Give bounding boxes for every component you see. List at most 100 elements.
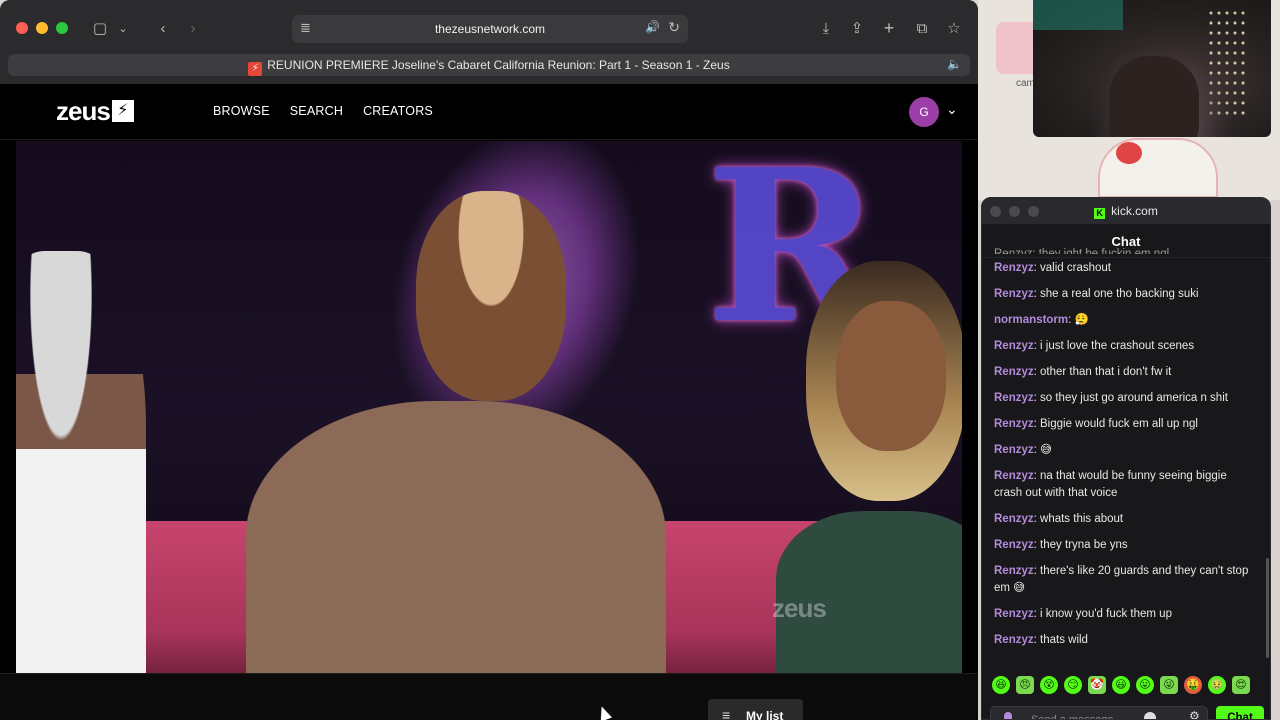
chat-messages: Renzyz: they ight be fuckin em ngl Renzy… <box>994 248 1258 658</box>
tab-title: REUNION PREMIERE Joseline's Cabaret Cali… <box>267 58 730 72</box>
emoji-picker-icon[interactable] <box>1144 712 1156 719</box>
my-list-label: My list <box>746 709 784 720</box>
chat-message-text: they tryna be yns <box>1040 539 1128 551</box>
chat-message: Renzyz: 😅 <box>994 444 1053 456</box>
chat-message-text: valid crashout <box>1040 262 1111 274</box>
chat-username[interactable]: Renzyz <box>994 418 1034 430</box>
chat-message: Renzyz: so they just go around america n… <box>994 392 1228 404</box>
wallpaper-decoration-hat <box>1116 142 1142 164</box>
list-add-icon: ≡ <box>722 707 731 720</box>
chat-site: kick.com <box>1111 204 1158 218</box>
window-close-button[interactable] <box>16 22 28 34</box>
chevron-down-icon[interactable]: ⌄ <box>946 101 958 118</box>
address-bar[interactable]: ≣ thezeusnetwork.com 🔊 ↻ <box>292 15 688 43</box>
chat-message-text: so they just go around america n shit <box>1040 392 1228 404</box>
video-person-left <box>16 251 146 673</box>
back-button[interactable]: ‹ <box>154 16 172 40</box>
video-player[interactable]: R zeus <box>16 141 962 673</box>
chat-username[interactable]: Renzyz <box>994 608 1034 620</box>
window-maximize-button[interactable] <box>56 22 68 34</box>
tab-active[interactable]: ⚡ REUNION PREMIERE Joseline's Cabaret Cal… <box>8 58 970 76</box>
browser-toolbar: ▢ ⌄ ‹ › ≣ thezeusnetwork.com 🔊 ↻ ⤓ ⇪ + ⧉… <box>0 0 978 84</box>
chat-username[interactable]: normanstorm <box>994 314 1068 326</box>
string-lights <box>1207 8 1247 118</box>
chat-username[interactable]: Renzyz <box>994 565 1034 577</box>
chat-titlebar: Kkick.com <box>982 198 1270 224</box>
chat-username[interactable]: Renzyz <box>994 513 1034 525</box>
chat-username[interactable]: Renzyz <box>994 539 1034 551</box>
chat-message: Renzyz: they tryna be yns <box>994 539 1128 551</box>
chat-message-text: other than that i don't fw it <box>1040 366 1172 378</box>
webcam-person <box>1109 56 1199 137</box>
site-header: zeus ⚡ BROWSE SEARCH CREATORS G ⌄ <box>0 84 978 140</box>
new-tab-icon[interactable]: + <box>879 16 899 40</box>
chat-username[interactable]: Renzyz <box>994 444 1034 456</box>
emote-button[interactable]: 😛 <box>1136 676 1154 694</box>
chat-username[interactable]: Renzyz <box>994 392 1034 404</box>
send-chat-button[interactable]: Chat <box>1216 706 1264 719</box>
emote-button[interactable]: 😵 <box>1040 676 1058 694</box>
emote-button[interactable]: 😃 <box>1112 676 1130 694</box>
reload-icon[interactable]: ↻ <box>668 19 680 36</box>
chat-message-text: i know you'd fuck them up <box>1040 608 1172 620</box>
emote-button[interactable]: 😏 <box>1064 676 1082 694</box>
wallpaper-decoration <box>1098 138 1218 198</box>
chat-message: Renzyz: Biggie would fuck em all up ngl <box>994 418 1198 430</box>
chat-input[interactable]: Send a message <box>990 706 1208 719</box>
zeus-favicon-icon: ⚡ <box>248 62 263 76</box>
chat-window: Kkick.com Chat Renzyz: they ight be fuck… <box>981 197 1271 720</box>
avatar[interactable]: G <box>909 97 939 127</box>
chat-message: Renzyz: i just love the crashout scenes <box>994 340 1195 352</box>
chat-username[interactable]: Renzyz <box>994 634 1034 646</box>
zeus-logo[interactable]: zeus ⚡ <box>56 96 134 126</box>
chat-message: Renzyz: there's like 20 guards and they … <box>994 565 1249 594</box>
forward-button[interactable]: › <box>184 16 202 40</box>
chat-username[interactable]: Renzyz <box>994 470 1034 482</box>
main-nav: BROWSE SEARCH CREATORS <box>213 104 433 118</box>
download-icon[interactable]: ⤓ <box>816 16 836 40</box>
nav-creators[interactable]: CREATORS <box>363 104 433 118</box>
window-minimize-button[interactable] <box>36 22 48 34</box>
emote-button[interactable]: 😠 <box>1016 676 1034 694</box>
chat-message: Renzyz: she a real one tho backing suki <box>994 288 1199 300</box>
tab-bar[interactable]: ⚡ REUNION PREMIERE Joseline's Cabaret Cal… <box>8 54 970 76</box>
chevron-down-icon[interactable]: ⌄ <box>116 16 130 40</box>
gear-icon[interactable]: ⚙ <box>1189 709 1200 719</box>
chat-message-text: 😮‍💨 <box>1074 314 1089 326</box>
emote-button[interactable]: 😆 <box>992 676 1010 694</box>
emote-bar: 😆 😠 😵 😏 🤡 😃 😛 😜 🤑 🤢 😍 <box>992 676 1250 694</box>
webcam-overlay <box>1033 0 1271 137</box>
emote-button[interactable]: 😍 <box>1232 676 1250 694</box>
chat-username[interactable]: Renzyz <box>994 340 1034 352</box>
emote-button[interactable]: 😜 <box>1160 676 1178 694</box>
chat-message-text: 😅 <box>1040 444 1053 456</box>
chat-username[interactable]: Renzyz <box>994 366 1034 378</box>
chat-message: Renzyz: other than that i don't fw it <box>994 366 1172 378</box>
sidebar-toggle-icon[interactable]: ▢ <box>90 16 110 40</box>
my-list-button[interactable]: ≡ My list <box>708 699 803 720</box>
audio-playing-icon[interactable]: 🔊 <box>645 20 660 34</box>
emote-button[interactable]: 🤡 <box>1088 676 1106 694</box>
emote-button[interactable]: 🤢 <box>1208 676 1226 694</box>
tab-mute-icon[interactable]: 🔈 <box>947 57 962 71</box>
bookmark-star-icon[interactable]: ☆ <box>944 16 964 40</box>
video-person-center <box>246 181 666 673</box>
chat-message-text: Biggie would fuck em all up ngl <box>1040 418 1198 430</box>
video-watermark: zeus <box>772 593 827 623</box>
nav-search[interactable]: SEARCH <box>290 104 343 118</box>
emote-button[interactable]: 🤑 <box>1184 676 1202 694</box>
chat-username[interactable]: Renzyz <box>994 288 1034 300</box>
chat-message: Renzyz: whats this about <box>994 513 1124 525</box>
chat-scrollbar[interactable] <box>1266 558 1269 658</box>
chat-username[interactable]: Renzyz <box>994 262 1034 274</box>
chat-message-text: i just love the crashout scenes <box>1040 340 1195 352</box>
share-icon[interactable]: ⇪ <box>847 16 867 40</box>
chat-message: Renzyz: valid crashout <box>994 262 1111 274</box>
mic-icon[interactable] <box>1004 712 1012 719</box>
chat-message-text: thats wild <box>1040 634 1088 646</box>
chat-message: normanstorm: 😮‍💨 <box>994 314 1089 326</box>
tab-overview-icon[interactable]: ⧉ <box>912 16 932 40</box>
nav-browse[interactable]: BROWSE <box>213 104 270 118</box>
chat-message: Renzyz: na that would be funny seeing bi… <box>994 470 1227 499</box>
chat-message: Renzyz: i know you'd fuck them up <box>994 608 1172 620</box>
